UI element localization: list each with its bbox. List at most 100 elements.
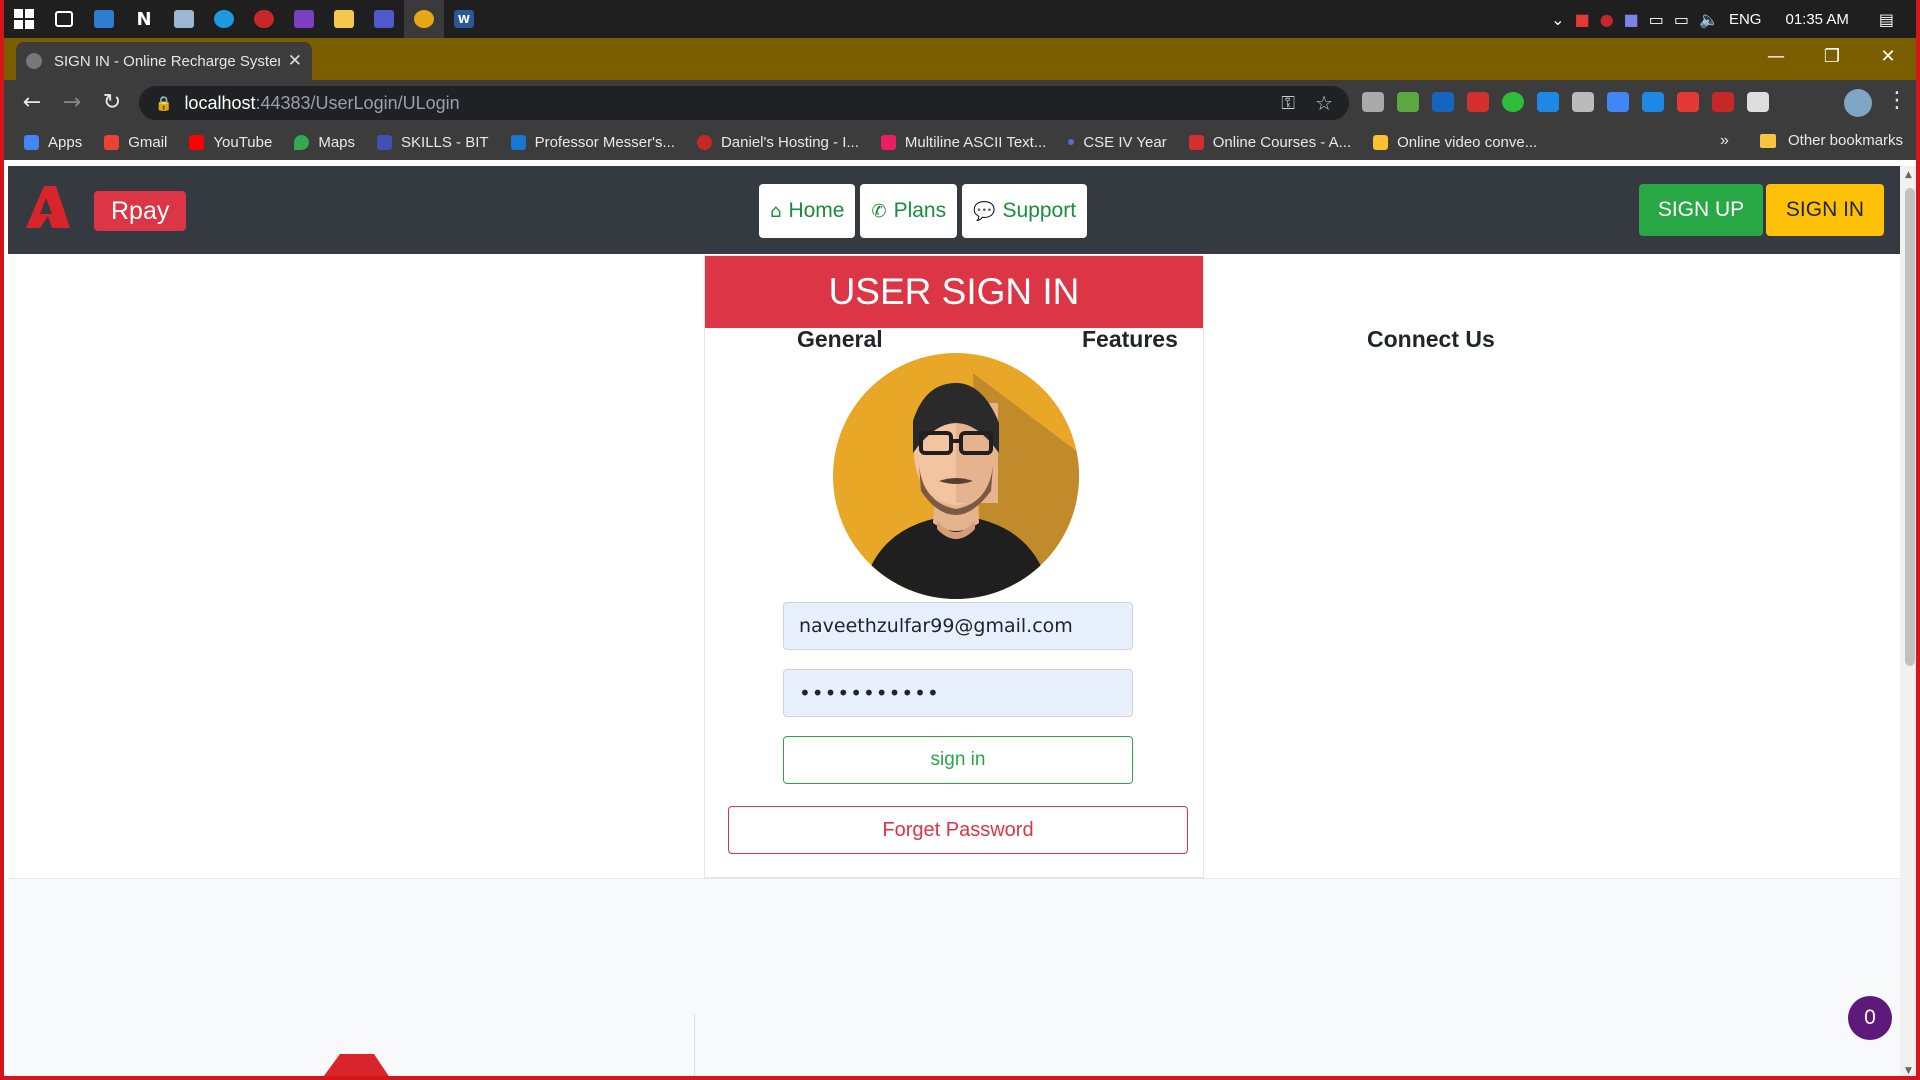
sign-up-button[interactable]: SIGN UP (1639, 184, 1763, 236)
extension-icon[interactable] (1467, 92, 1489, 112)
youtube-icon (189, 134, 205, 150)
chat-count-badge[interactable]: 0 (1848, 996, 1892, 1040)
tray-app-icon[interactable]: ● (1600, 10, 1614, 29)
battery-icon[interactable]: ▭ (1649, 10, 1664, 29)
profile-avatar[interactable] (1844, 89, 1872, 117)
system-tray: ⌄ ■ ● ■ ▭ ▭ 🔈 ENG 01:35 AM ▤ (1551, 0, 1916, 38)
footer (8, 878, 1904, 1076)
scrollbar-thumb[interactable] (1905, 188, 1915, 666)
chat-icon: 💬 (973, 200, 996, 222)
task-view-icon[interactable] (44, 0, 84, 38)
bookmark-item[interactable]: Online Courses - A... (1188, 134, 1351, 151)
footer-heading-connect: Connect Us (1367, 326, 1495, 352)
bookmark-item[interactable]: Apps (24, 134, 82, 151)
extension-icon[interactable] (1677, 92, 1699, 112)
home-icon: ⌂ (770, 200, 782, 222)
tab-favicon-icon (26, 53, 42, 69)
bookmark-item[interactable]: Gmail (104, 134, 167, 151)
bookmark-item[interactable]: CSE IV Year (1068, 134, 1167, 151)
bookmark-item[interactable]: Multiline ASCII Text... (880, 134, 1046, 151)
screen: N W ⌄ ■ ● ■ ▭ ▭ 🔈 ENG 01:35 AM ▤ SIGN IN… (0, 0, 1920, 1080)
chevron-up-icon[interactable]: ⌄ (1551, 10, 1564, 29)
brand-badge[interactable]: Rpay (94, 191, 187, 231)
video-converter-icon (1373, 134, 1389, 150)
tray-app-icon[interactable]: ■ (1575, 10, 1590, 29)
nav-plans[interactable]: ✆ Plans (860, 184, 958, 238)
other-bookmarks-folder[interactable]: Other bookmarks (1760, 132, 1903, 149)
sign-in-submit-button[interactable]: sign in (783, 736, 1133, 784)
browser-tab[interactable]: SIGN IN - Online Recharge Syster ✕ (16, 42, 312, 80)
restore-icon[interactable]: ❐ (1804, 38, 1860, 74)
chrome-icon[interactable] (404, 0, 444, 38)
tab-strip: SIGN IN - Online Recharge Syster ✕ + (4, 38, 1916, 109)
back-icon[interactable]: ← (12, 80, 52, 124)
extension-icon[interactable] (1712, 92, 1734, 112)
key-icon[interactable]: ⚿ (1281, 93, 1295, 114)
translate-extension-icon[interactable] (1607, 92, 1629, 112)
photos-icon[interactable] (164, 0, 204, 38)
extension-icon[interactable] (1397, 92, 1419, 112)
visual-studio-icon[interactable] (284, 0, 324, 38)
gmail-icon (104, 134, 120, 150)
start-icon[interactable] (4, 0, 44, 38)
address-bar[interactable]: 🔒 localhost:44383/UserLogin/ULogin ⚿ ☆ (139, 86, 1349, 120)
more-menu-icon[interactable]: ⋮ (1886, 88, 1908, 113)
puzzle-icon[interactable] (1747, 92, 1769, 112)
calculator-icon[interactable] (84, 0, 124, 38)
forget-password-button[interactable]: Forget Password (728, 806, 1188, 854)
bookmark-item[interactable]: YouTube (189, 134, 272, 151)
edge-icon[interactable] (204, 0, 244, 38)
url-path: :44383/UserLogin/ULogin (255, 92, 460, 113)
nav-home[interactable]: ⌂ Home (759, 184, 856, 238)
forward-icon[interactable]: → (52, 80, 92, 124)
scroll-down-icon[interactable]: ▼ (1905, 1066, 1912, 1076)
professor-messer-icon (510, 134, 526, 150)
extension-icon[interactable] (1502, 92, 1524, 112)
extension-icon[interactable] (1432, 92, 1454, 112)
tab-title: SIGN IN - Online Recharge Syster (54, 52, 280, 70)
file-explorer-icon[interactable] (324, 0, 364, 38)
bookmark-star-icon[interactable]: ☆ (1315, 91, 1333, 115)
window-controls: — ❐ ✕ (1748, 38, 1916, 74)
teams-tray-icon[interactable]: ■ (1624, 10, 1639, 29)
extension-icon[interactable] (1642, 92, 1664, 112)
apps-grid-icon (24, 134, 39, 150)
word-icon[interactable]: W (444, 0, 484, 38)
phone-icon: ✆ (871, 200, 887, 222)
sign-in-nav-button[interactable]: SIGN IN (1766, 184, 1884, 236)
password-field[interactable]: ••••••••••• (783, 669, 1133, 717)
email-field[interactable]: naveethzulfar99@gmail.com (783, 602, 1133, 650)
teams-icon[interactable] (364, 0, 404, 38)
taskbar: N W ⌄ ■ ● ■ ▭ ▭ 🔈 ENG 01:35 AM ▤ (4, 0, 1916, 38)
bookmark-item[interactable]: Daniel's Hosting - I... (696, 134, 859, 151)
clock[interactable]: 01:35 AM (1785, 11, 1848, 28)
extension-icon[interactable] (1537, 92, 1559, 112)
close-tab-icon[interactable]: ✕ (288, 51, 302, 71)
page-scrollbar[interactable]: ▲ ▼ (1900, 166, 1916, 1076)
footer-heading-features: Features (1082, 326, 1178, 352)
site-logo-icon[interactable] (22, 184, 72, 230)
notifications-icon[interactable]: ▤ (1879, 10, 1894, 29)
volume-icon[interactable]: 🔈 (1699, 10, 1719, 29)
login-title: USER SIGN IN (705, 256, 1203, 328)
minimize-icon[interactable]: — (1748, 38, 1804, 74)
extension-icon[interactable] (1362, 92, 1384, 112)
notion-icon[interactable]: N (124, 0, 164, 38)
scroll-up-icon[interactable]: ▲ (1905, 170, 1912, 180)
close-window-icon[interactable]: ✕ (1860, 38, 1916, 74)
user-avatar-illustration (833, 353, 1079, 599)
app-icon[interactable] (244, 0, 284, 38)
bookmarks-bar: Apps Gmail YouTube Maps SKILLS - BIT Pro… (4, 124, 1916, 160)
bookmark-item[interactable]: Online video conve... (1373, 134, 1537, 151)
language-indicator[interactable]: ENG (1729, 11, 1762, 28)
reload-icon[interactable]: ↻ (92, 80, 132, 124)
bookmark-item[interactable]: SKILLS - BIT (377, 134, 489, 151)
browser-toolbar: ← → ↻ 🔒 localhost:44383/UserLogin/ULogin… (4, 80, 1916, 124)
nav-support[interactable]: 💬 Support (962, 184, 1088, 238)
bookmarks-overflow-button[interactable]: » (1720, 132, 1729, 150)
bookmark-item[interactable]: Professor Messer's... (510, 134, 675, 151)
bookmark-item[interactable]: Maps (294, 134, 355, 151)
network-icon[interactable]: ▭ (1674, 10, 1689, 29)
lock-icon[interactable]: 🔒 (155, 95, 172, 112)
extension-icon[interactable] (1572, 92, 1594, 112)
